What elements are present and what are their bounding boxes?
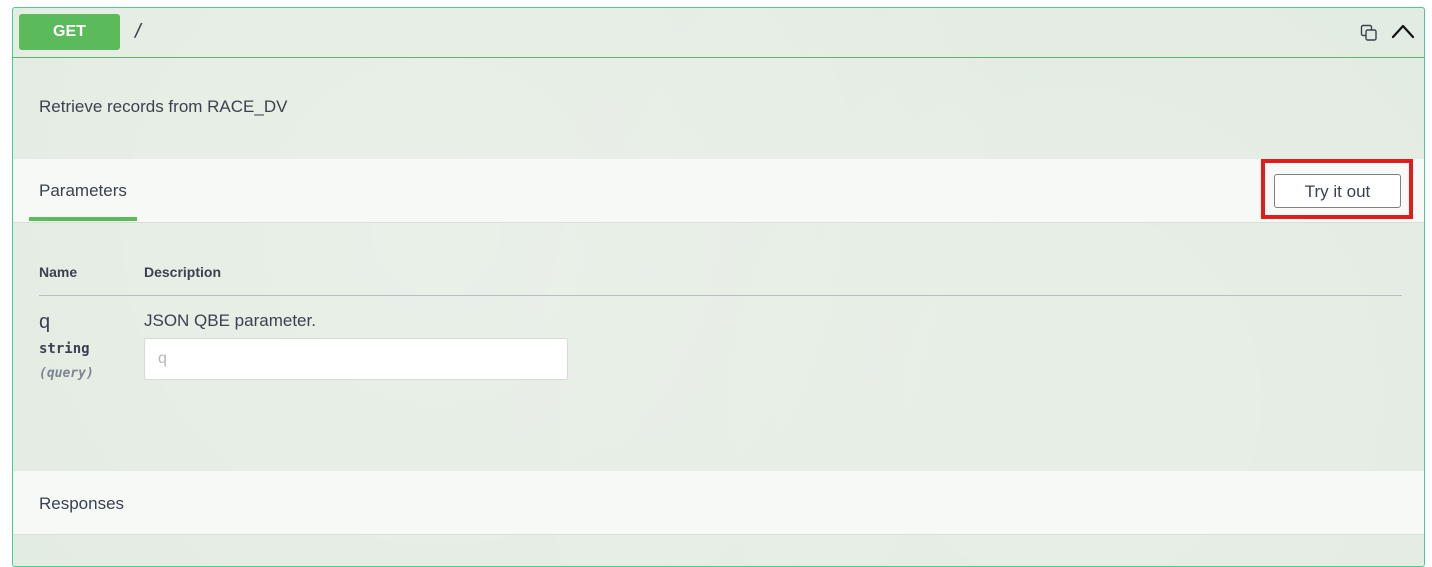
responses-header: Responses (13, 471, 1424, 535)
operation-block: GET / Retrieve records from RACE_DV Para… (12, 7, 1425, 567)
table-divider (39, 295, 1402, 296)
parameter-q-input[interactable] (144, 338, 568, 380)
try-it-out-button[interactable]: Try it out (1274, 174, 1401, 208)
copy-icon[interactable] (1360, 24, 1378, 42)
parameter-location: (query) (39, 366, 94, 381)
column-header-name: Name (39, 264, 78, 280)
chevron-up-icon[interactable] (1390, 21, 1416, 41)
tab-parameters[interactable]: Parameters (29, 159, 137, 223)
tab-active-indicator (29, 217, 137, 221)
operation-summary[interactable]: GET / (13, 8, 1424, 58)
responses-label: Responses (39, 494, 125, 513)
parameter-description: JSON QBE parameter. (144, 311, 316, 330)
parameter-type: string (39, 341, 90, 357)
parameter-name: q (39, 311, 51, 333)
column-header-description: Description (144, 264, 222, 280)
endpoint-path: / (133, 20, 144, 41)
http-method-badge: GET (19, 14, 120, 50)
parameters-header: Parameters Try it out (13, 159, 1424, 223)
operation-description: Retrieve records from RACE_DV (39, 97, 288, 116)
tab-parameters-label: Parameters (39, 181, 127, 200)
